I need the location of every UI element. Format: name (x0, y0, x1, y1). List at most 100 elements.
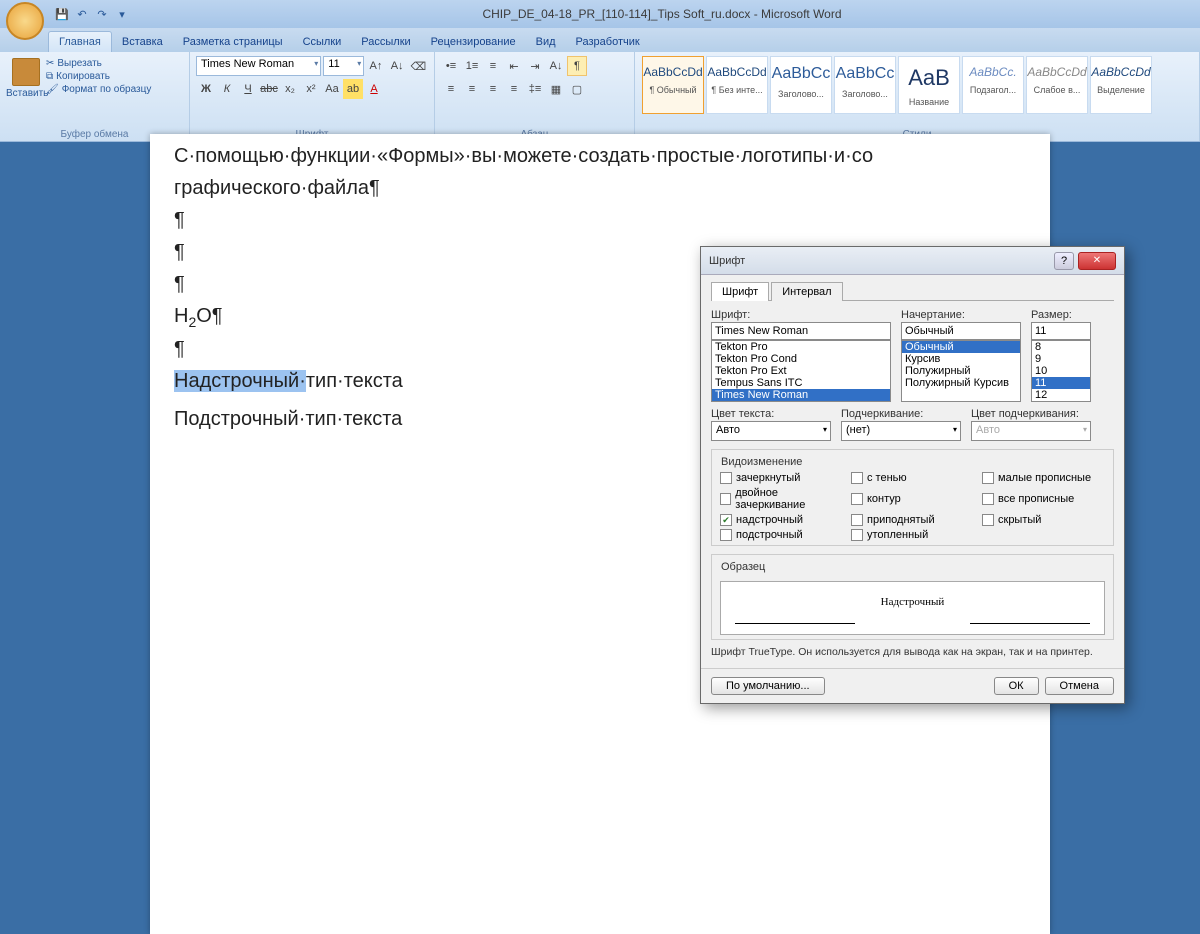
tab-review[interactable]: Рецензирование (421, 32, 526, 52)
checkbox-скрытый[interactable]: скрытый (982, 514, 1105, 526)
checkbox-малые-прописные[interactable]: малые прописные (982, 472, 1105, 484)
help-icon[interactable]: ? (1054, 252, 1074, 270)
font-color-select[interactable]: Авто (711, 421, 831, 441)
subscript-button[interactable]: x₂ (280, 79, 300, 99)
tab-layout[interactable]: Разметка страницы (173, 32, 293, 52)
multilevel-button[interactable]: ≡ (483, 56, 503, 76)
list-item[interactable]: Times New Roman (712, 389, 890, 401)
change-case-button[interactable]: Aa (322, 79, 342, 99)
list-item[interactable]: Полужирный (902, 365, 1020, 377)
list-item[interactable]: 9 (1032, 353, 1090, 365)
size-list[interactable]: 89101112 (1031, 340, 1091, 402)
grow-font-icon[interactable]: A↑ (366, 56, 385, 76)
group-styles: AaBbCcDd¶ ОбычныйAaBbCcDd¶ Без инте...Aa… (635, 52, 1200, 141)
tab-mailings[interactable]: Рассылки (351, 32, 420, 52)
cancel-button[interactable]: Отмена (1045, 677, 1114, 695)
numbering-button[interactable]: 1≡ (462, 56, 482, 76)
default-button[interactable]: По умолчанию... (711, 677, 825, 695)
checkbox-приподнятый[interactable]: приподнятый (851, 514, 974, 526)
font-list[interactable]: Tekton ProTekton Pro CondTekton Pro ExtT… (711, 340, 891, 402)
group-clipboard: Вставить ✂Вырезать ⧉Копировать 🖌Формат п… (0, 52, 190, 141)
cut-button[interactable]: ✂Вырезать (46, 58, 151, 69)
align-left-button[interactable]: ≡ (441, 79, 461, 99)
dialog-tab-spacing[interactable]: Интервал (771, 282, 842, 301)
ribbon: Вставить ✂Вырезать ⧉Копировать 🖌Формат п… (0, 52, 1200, 142)
checkbox-надстрочный[interactable]: ✔надстрочный (720, 514, 843, 526)
undo-icon[interactable]: ↶ (74, 6, 90, 22)
outdent-button[interactable]: ⇤ (504, 56, 524, 76)
superscript-button[interactable]: x² (301, 79, 321, 99)
strike-button[interactable]: abc (259, 79, 279, 99)
list-item[interactable]: Курсив (902, 353, 1020, 365)
checkbox-утопленный[interactable]: утопленный (851, 529, 974, 541)
ribbon-tabs: Главная Вставка Разметка страницы Ссылки… (0, 28, 1200, 52)
list-item[interactable]: Tempus Sans ITC (712, 377, 890, 389)
dialog-tab-font[interactable]: Шрифт (711, 282, 769, 301)
tab-developer[interactable]: Разработчик (566, 32, 650, 52)
shrink-font-icon[interactable]: A↓ (388, 56, 407, 76)
font-color-button[interactable]: A (364, 79, 384, 99)
redo-icon[interactable]: ↷ (94, 6, 110, 22)
checkbox-двойное-зачеркивание[interactable]: двойное зачеркивание (720, 487, 843, 511)
underline-button[interactable]: Ч (238, 79, 258, 99)
list-item[interactable]: 10 (1032, 365, 1090, 377)
indent-button[interactable]: ⇥ (525, 56, 545, 76)
list-item[interactable]: 11 (1032, 377, 1090, 389)
sort-button[interactable]: A↓ (546, 56, 566, 76)
list-item[interactable]: Полужирный Курсив (902, 377, 1020, 389)
tab-view[interactable]: Вид (526, 32, 566, 52)
tab-insert[interactable]: Вставка (112, 32, 173, 52)
clear-format-icon[interactable]: ⌫ (409, 56, 428, 76)
style-item[interactable]: AaBbCcDdВыделение (1090, 56, 1152, 114)
style-item[interactable]: AaBbCcDd¶ Без инте... (706, 56, 768, 114)
font-style-input[interactable] (901, 322, 1021, 340)
checkbox-с-тенью[interactable]: с тенью (851, 472, 974, 484)
list-item[interactable]: Tekton Pro Cond (712, 353, 890, 365)
style-item[interactable]: AaBbCcЗаголово... (770, 56, 832, 114)
copy-button[interactable]: ⧉Копировать (46, 71, 151, 82)
ok-button[interactable]: ОК (994, 677, 1039, 695)
font-name-combo[interactable]: Times New Roman (196, 56, 321, 76)
paste-button[interactable]: Вставить (6, 54, 46, 99)
list-item[interactable]: Tekton Pro Ext (712, 365, 890, 377)
tab-references[interactable]: Ссылки (293, 32, 352, 52)
list-item[interactable]: 8 (1032, 341, 1090, 353)
label-size: Размер: (1031, 309, 1091, 321)
qat-dropdown-icon[interactable]: ▾ (114, 6, 130, 22)
shading-button[interactable]: ▦ (546, 79, 566, 99)
underline-select[interactable]: (нет) (841, 421, 961, 441)
close-icon[interactable]: ✕ (1078, 252, 1116, 270)
borders-button[interactable]: ▢ (567, 79, 587, 99)
style-item[interactable]: AaBbCcDd¶ Обычный (642, 56, 704, 114)
list-item[interactable]: Обычный (902, 341, 1020, 353)
checkbox-зачеркнутый[interactable]: зачеркнутый (720, 472, 843, 484)
tab-home[interactable]: Главная (48, 31, 112, 52)
style-item[interactable]: AaBbCcЗаголово... (834, 56, 896, 114)
format-painter-button[interactable]: 🖌Формат по образцу (46, 84, 151, 95)
list-item[interactable]: 12 (1032, 389, 1090, 401)
style-item[interactable]: AaBbCcDdСлабое в... (1026, 56, 1088, 114)
save-icon[interactable]: 💾 (54, 6, 70, 22)
bold-button[interactable]: Ж (196, 79, 216, 99)
line-spacing-button[interactable]: ‡≡ (525, 79, 545, 99)
office-button[interactable] (6, 2, 44, 40)
style-item[interactable]: AaBbCc.Подзагол... (962, 56, 1024, 114)
font-size-input[interactable] (1031, 322, 1091, 340)
style-list[interactable]: ОбычныйКурсивПолужирныйПолужирный Курсив (901, 340, 1021, 402)
italic-button[interactable]: К (217, 79, 237, 99)
list-item[interactable]: Tekton Pro (712, 341, 890, 353)
justify-button[interactable]: ≡ (504, 79, 524, 99)
checkbox-подстрочный[interactable]: подстрочный (720, 529, 843, 541)
align-right-button[interactable]: ≡ (483, 79, 503, 99)
checkbox-контур[interactable]: контур (851, 487, 974, 511)
font-size-combo[interactable]: 11 (323, 56, 364, 76)
align-center-button[interactable]: ≡ (462, 79, 482, 99)
show-marks-button[interactable]: ¶ (567, 56, 587, 76)
bullets-button[interactable]: •≡ (441, 56, 461, 76)
paste-icon (12, 58, 40, 86)
highlight-button[interactable]: ab (343, 79, 363, 99)
label-underline-color: Цвет подчеркивания: (971, 408, 1091, 420)
font-name-input[interactable] (711, 322, 891, 340)
style-item[interactable]: AaBНазвание (898, 56, 960, 114)
checkbox-все-прописные[interactable]: все прописные (982, 487, 1105, 511)
